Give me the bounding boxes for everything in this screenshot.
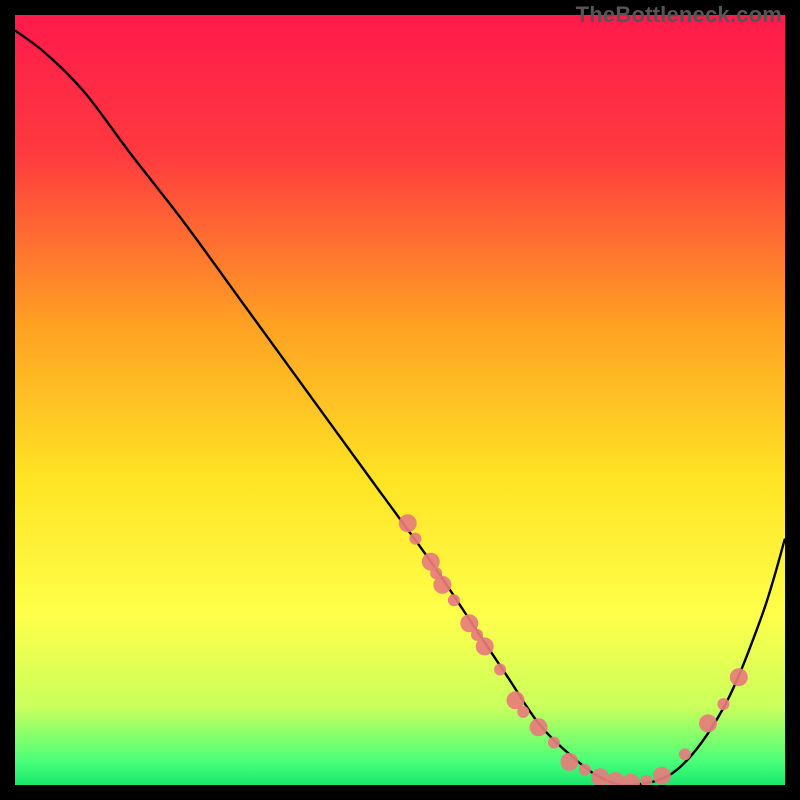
scatter-point (653, 767, 671, 785)
scatter-point (517, 706, 529, 718)
scatter-point (560, 753, 578, 771)
chart-svg (15, 15, 785, 785)
scatter-point (730, 668, 748, 686)
scatter-point (679, 748, 691, 760)
scatter-point (548, 737, 560, 749)
scatter-point (448, 594, 460, 606)
chart-stage: TheBottleneck.com (0, 0, 800, 800)
scatter-point (399, 514, 417, 532)
scatter-point (717, 698, 729, 710)
scatter-point (699, 714, 717, 732)
scatter-point (409, 533, 421, 545)
scatter-point (579, 764, 591, 776)
scatter-point (476, 637, 494, 655)
watermark-text: TheBottleneck.com (576, 2, 782, 28)
scatter-point (530, 718, 548, 736)
plot-area (15, 15, 785, 785)
gradient-background (15, 15, 785, 785)
scatter-point (433, 576, 451, 594)
scatter-point (494, 664, 506, 676)
